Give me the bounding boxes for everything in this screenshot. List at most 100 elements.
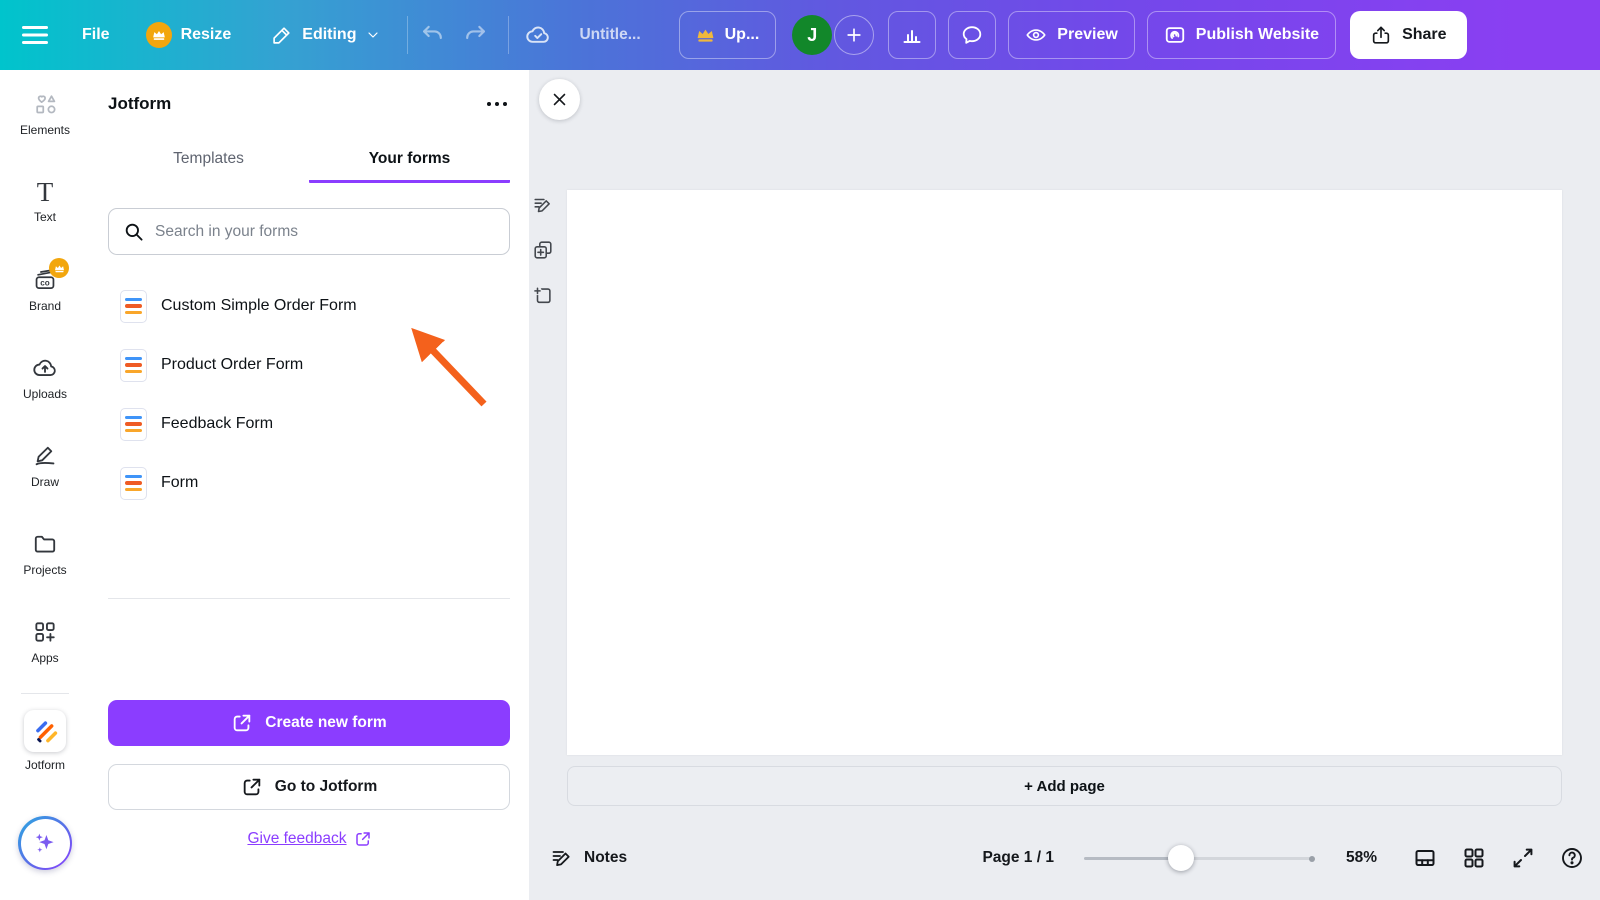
search-icon — [123, 221, 145, 243]
more-options-button[interactable] — [487, 96, 507, 112]
hamburger-menu-icon — [22, 24, 48, 46]
form-name: Custom Simple Order Form — [161, 297, 357, 314]
form-name: Feedback Form — [161, 415, 274, 432]
redo-icon — [462, 22, 488, 48]
pro-crown-badge-icon — [49, 258, 69, 278]
divider — [21, 693, 69, 694]
avatar-initial: J — [807, 24, 818, 45]
pencil-icon — [271, 24, 293, 46]
add-member-button[interactable] — [834, 15, 875, 55]
search-input[interactable] — [155, 222, 495, 241]
publish-website-button[interactable]: Publish Website — [1146, 11, 1337, 59]
page-notes-icon[interactable] — [532, 194, 554, 216]
document-title[interactable]: Untitle... — [579, 26, 640, 44]
sidebar-item-label: Elements — [19, 123, 71, 137]
status-bar: Notes Page 1 / 1 58% — [529, 816, 1600, 900]
upgrade-label: Up... — [724, 26, 760, 43]
jotform-panel: Jotform Templates Your forms Custom Simp… — [90, 70, 529, 900]
sidebar-item-apps[interactable]: Apps — [0, 598, 90, 686]
tab-your-forms[interactable]: Your forms — [309, 150, 510, 183]
draw-pencil-icon — [32, 443, 58, 469]
insights-button[interactable] — [888, 11, 937, 59]
search-box[interactable] — [108, 208, 510, 255]
list-item-form[interactable]: Custom Simple Order Form — [108, 282, 510, 330]
speech-bubble-icon — [960, 23, 984, 47]
sidebar-item-label: Jotform — [24, 758, 65, 772]
external-link-icon — [231, 712, 253, 734]
sidebar-item-text[interactable]: T Text — [0, 158, 90, 246]
sidebar-item-jotform-app[interactable]: Jotform — [24, 710, 66, 772]
folder-icon — [32, 531, 58, 557]
close-panel-button[interactable] — [539, 79, 580, 120]
sidebar-item-label: Brand — [28, 299, 62, 313]
main-menu-button[interactable] — [22, 24, 48, 46]
create-new-form-button[interactable]: Create new form — [108, 700, 510, 746]
divider — [407, 16, 409, 54]
zoom-slider-handle[interactable] — [1167, 845, 1194, 871]
go-to-jotform-button[interactable]: Go to Jotform — [108, 764, 510, 810]
sidebar-item-brand[interactable]: co Brand — [0, 246, 90, 334]
share-button[interactable]: Share — [1350, 11, 1467, 59]
assistant-button[interactable] — [18, 816, 72, 870]
pro-crown-badge-icon — [145, 22, 172, 48]
go-to-jotform-label: Go to Jotform — [274, 778, 378, 795]
file-menu-button[interactable]: File — [82, 26, 110, 44]
close-icon — [551, 91, 568, 108]
design-page[interactable] — [567, 190, 1562, 755]
list-item-form[interactable]: Feedback Form — [108, 400, 510, 448]
panel-title: Jotform — [108, 94, 172, 113]
give-feedback-link[interactable]: Give feedback — [247, 830, 371, 848]
apps-grid-icon — [32, 619, 58, 645]
give-feedback-label: Give feedback — [247, 830, 347, 847]
avatar[interactable]: J — [792, 15, 833, 55]
add-page-button[interactable]: + Add page — [567, 766, 1562, 806]
cloud-sync-icon[interactable] — [525, 22, 551, 48]
presenter-view-icon[interactable] — [1413, 846, 1437, 870]
notes-button[interactable]: Notes — [550, 846, 627, 870]
upgrade-button[interactable]: Up... — [678, 11, 777, 59]
sidebar-item-elements[interactable]: Elements — [0, 70, 90, 158]
left-rail: Elements T Text co Brand Uploads Draw Pr… — [0, 70, 90, 900]
redo-button[interactable] — [462, 22, 488, 48]
preview-button[interactable]: Preview — [1008, 11, 1135, 59]
crown-icon — [696, 27, 715, 43]
sidebar-item-label: Projects — [23, 563, 67, 577]
divider — [508, 16, 510, 54]
list-item-form[interactable]: Product Order Form — [108, 341, 510, 389]
fullscreen-icon[interactable] — [1511, 846, 1535, 870]
divider — [108, 598, 510, 599]
plus-icon — [844, 25, 864, 45]
panel-tabs: Templates Your forms — [108, 150, 510, 183]
grid-view-icon[interactable] — [1462, 846, 1486, 870]
add-page-icon[interactable] — [532, 284, 554, 306]
zoom-slider-track — [1180, 857, 1314, 860]
help-icon[interactable] — [1560, 846, 1584, 870]
comments-button[interactable] — [948, 11, 997, 59]
notes-label: Notes — [584, 849, 628, 866]
bar-chart-icon — [900, 23, 924, 47]
undo-button[interactable] — [420, 22, 446, 48]
zoom-slider[interactable] — [1083, 845, 1315, 871]
magic-sparkles-icon — [20, 818, 70, 868]
zoom-slider-end-dot — [1308, 855, 1315, 862]
create-new-form-label: Create new form — [265, 714, 387, 731]
resize-button[interactable]: Resize — [145, 22, 231, 48]
sidebar-item-label: Draw — [30, 475, 59, 489]
brand-kit-icon: co — [32, 258, 69, 293]
add-page-label: + Add page — [1024, 777, 1105, 795]
form-list: Custom Simple Order Form Product Order F… — [108, 282, 510, 518]
sidebar-item-uploads[interactable]: Uploads — [0, 334, 90, 422]
form-doc-icon — [120, 466, 147, 500]
duplicate-page-icon[interactable] — [532, 239, 554, 261]
eye-icon — [1025, 24, 1047, 46]
external-link-icon — [241, 776, 263, 798]
page-side-tools — [532, 194, 554, 306]
editing-mode-button[interactable]: Editing — [271, 24, 381, 46]
share-upload-icon — [1370, 24, 1392, 46]
tab-templates[interactable]: Templates — [108, 150, 309, 183]
sidebar-item-draw[interactable]: Draw — [0, 422, 90, 510]
sidebar-item-projects[interactable]: Projects — [0, 510, 90, 598]
list-item-form[interactable]: Form — [108, 459, 510, 507]
preview-label: Preview — [1057, 26, 1118, 43]
editing-label: Editing — [302, 26, 357, 43]
